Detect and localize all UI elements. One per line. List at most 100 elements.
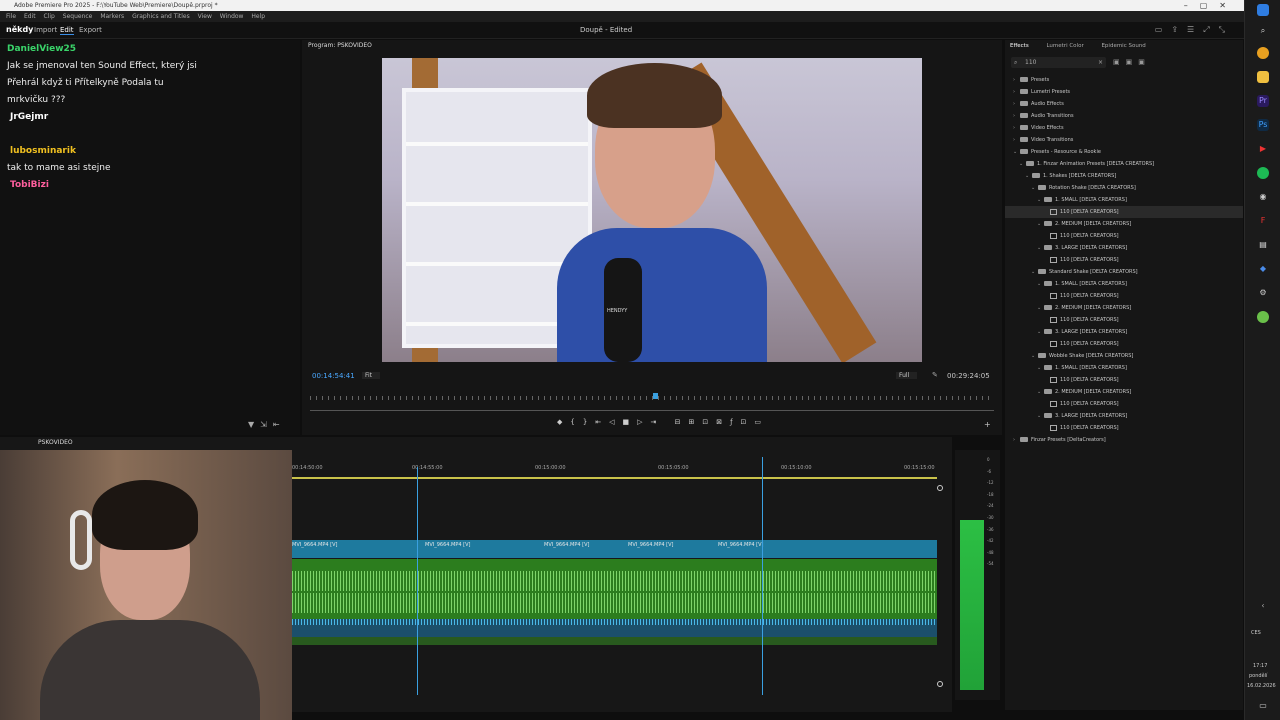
chevron-down-icon[interactable]: ⌄: [1019, 158, 1026, 170]
effect-preset-item[interactable]: 110 [DELTA CREATORS]: [1005, 422, 1243, 434]
clear-search-icon[interactable]: ×: [1098, 57, 1103, 68]
menu-graphics[interactable]: Graphics and Titles: [132, 13, 190, 20]
audio-track-a3[interactable]: [292, 637, 937, 645]
video-clip[interactable]: MVI_9664.MP4 [V]: [292, 542, 337, 548]
chevron-down-icon[interactable]: ⌄: [1037, 386, 1044, 398]
chevron-right-icon[interactable]: ›: [1013, 134, 1020, 146]
chevron-down-icon[interactable]: ⌄: [1037, 218, 1044, 230]
chevron-down-icon[interactable]: ⌄: [1037, 362, 1044, 374]
audio-track-a1[interactable]: [292, 559, 937, 619]
chevron-right-icon[interactable]: ›: [1013, 110, 1020, 122]
obs-icon[interactable]: ◉: [1257, 191, 1269, 203]
start-icon[interactable]: [1257, 4, 1269, 16]
chevron-down-icon[interactable]: ⌄: [1037, 302, 1044, 314]
wrench-icon[interactable]: ✎: [932, 371, 938, 379]
tab-export[interactable]: Export: [79, 26, 102, 34]
effect-folder-item[interactable]: ⌄ 3. LARGE [DELTA CREATORS]: [1005, 242, 1243, 254]
app-diamond-icon[interactable]: ◆: [1257, 263, 1269, 275]
effect-folder-item[interactable]: ⌄ 2. MEDIUM [DELTA CREATORS]: [1005, 218, 1243, 230]
spotify-icon[interactable]: [1257, 167, 1269, 179]
effect-folder-item[interactable]: › Finzar Presets [DeltaCreators]: [1005, 434, 1243, 446]
filter-icon[interactable]: ▼⇲⇤: [248, 420, 286, 429]
effect-folder-item[interactable]: › Audio Effects: [1005, 98, 1243, 110]
video-track-v1[interactable]: MVI_9664.MP4 [V] MVI_9664.MP4 [V] MVI_96…: [292, 540, 937, 558]
chevron-right-icon[interactable]: ›: [1013, 98, 1020, 110]
effect-folder-item[interactable]: ⌄ Rotation Shake [DELTA CREATORS]: [1005, 182, 1243, 194]
effect-folder-item[interactable]: ⌄ 1. SMALL [DELTA CREATORS]: [1005, 278, 1243, 290]
scroll-handle[interactable]: [937, 681, 943, 687]
effect-preset-item[interactable]: 110 [DELTA CREATORS]: [1005, 374, 1243, 386]
chevron-down-icon[interactable]: ⌄: [1037, 242, 1044, 254]
premiere-icon[interactable]: Pr: [1257, 95, 1269, 107]
effect-preset-item[interactable]: 110 [DELTA CREATORS]: [1005, 230, 1243, 242]
effect-preset-item[interactable]: 110 [DELTA CREATORS]: [1005, 314, 1243, 326]
menu-clip[interactable]: Clip: [44, 13, 55, 20]
menu-window[interactable]: Window: [220, 13, 244, 20]
video-clip[interactable]: MVI_9664.MP4 [V]: [718, 542, 763, 548]
program-tab[interactable]: Program: PSKOVIDEO: [308, 42, 372, 49]
effect-folder-item[interactable]: ⌄ Wobble Shake [DELTA CREATORS]: [1005, 350, 1243, 362]
chevron-right-icon[interactable]: ›: [1013, 434, 1020, 446]
video-clip[interactable]: MVI_9664.MP4 [V]: [628, 542, 673, 548]
audio-track-a2[interactable]: [292, 619, 937, 637]
menu-help[interactable]: Help: [251, 13, 265, 20]
chevron-right-icon[interactable]: ›: [1013, 86, 1020, 98]
program-scrubber[interactable]: [310, 410, 994, 411]
effect-folder-item[interactable]: ⌄ 2. MEDIUM [DELTA CREATORS]: [1005, 386, 1243, 398]
timeline-tab[interactable]: PSKOVIDEO: [38, 439, 73, 446]
menu-sequence[interactable]: Sequence: [63, 13, 93, 20]
menu-markers[interactable]: Markers: [100, 13, 124, 20]
effect-folder-item[interactable]: › Video Transitions: [1005, 134, 1243, 146]
add-button-icon[interactable]: +: [984, 420, 991, 429]
effect-folder-item[interactable]: › Presets: [1005, 74, 1243, 86]
app-f-icon[interactable]: F: [1257, 215, 1269, 227]
photoshop-icon[interactable]: Ps: [1257, 119, 1269, 131]
chevron-down-icon[interactable]: ⌄: [1037, 410, 1044, 422]
effect-preset-item[interactable]: 110 [DELTA CREATORS]: [1005, 206, 1243, 218]
zoom-select[interactable]: Fit: [362, 372, 381, 379]
scroll-handle[interactable]: [937, 485, 943, 491]
tab-import[interactable]: Import: [34, 26, 57, 34]
chevron-right-icon[interactable]: ›: [1013, 74, 1020, 86]
transport-controls[interactable]: ◆{}⇤◁■▷⇥ ⊟⊞⊡⊠ƒ⊡▭: [557, 418, 769, 426]
effect-folder-item[interactable]: ⌄ 1. Finzar Animation Presets [DELTA CREA…: [1005, 158, 1243, 170]
notifications-icon[interactable]: ▭: [1257, 700, 1269, 712]
effect-folder-item[interactable]: ⌄ 3. LARGE [DELTA CREATORS]: [1005, 410, 1243, 422]
menu-edit[interactable]: Edit: [24, 13, 36, 20]
effect-folder-item[interactable]: ⌄ 1. Shakes [DELTA CREATORS]: [1005, 170, 1243, 182]
timeline-playhead[interactable]: [417, 467, 418, 695]
effect-folder-item[interactable]: ⌄ 2. MEDIUM [DELTA CREATORS]: [1005, 302, 1243, 314]
work-area-bar[interactable]: [292, 477, 937, 479]
menu-file[interactable]: File: [6, 13, 16, 20]
menu-view[interactable]: View: [198, 13, 212, 20]
chevron-down-icon[interactable]: ⌄: [1037, 278, 1044, 290]
steam-icon[interactable]: ⚙: [1257, 287, 1269, 299]
chevron-down-icon[interactable]: ⌄: [1037, 326, 1044, 338]
chevron-up-icon[interactable]: ‹: [1257, 600, 1269, 612]
chevron-down-icon[interactable]: ⌄: [1031, 266, 1038, 278]
tab-epidemic-sound[interactable]: Epidemic Sound: [1101, 43, 1145, 49]
program-playhead[interactable]: [653, 393, 658, 399]
effect-folder-item[interactable]: › Lumetri Presets: [1005, 86, 1243, 98]
effect-preset-item[interactable]: 110 [DELTA CREATORS]: [1005, 254, 1243, 266]
chevron-right-icon[interactable]: ›: [1013, 122, 1020, 134]
chevron-down-icon[interactable]: ⌄: [1025, 170, 1032, 182]
effect-folder-item[interactable]: › Audio Transitions: [1005, 110, 1243, 122]
chevron-down-icon[interactable]: ⌄: [1031, 350, 1038, 362]
youtube-icon[interactable]: ▶: [1257, 143, 1269, 155]
tab-effects[interactable]: Effects: [1010, 43, 1029, 49]
tab-lumetri-color[interactable]: Lumetri Color: [1046, 43, 1083, 49]
effect-preset-item[interactable]: 110 [DELTA CREATORS]: [1005, 290, 1243, 302]
folder-icon[interactable]: [1257, 71, 1269, 83]
chevron-down-icon[interactable]: ⌄: [1013, 146, 1020, 158]
effects-search-input[interactable]: ⌕ 110 ×: [1011, 57, 1106, 68]
effect-preset-item[interactable]: 110 [DELTA CREATORS]: [1005, 338, 1243, 350]
chevron-down-icon[interactable]: ⌄: [1037, 194, 1044, 206]
video-clip[interactable]: MVI_9664.MP4 [V]: [425, 542, 470, 548]
effect-folder-item[interactable]: ⌄ 1. SMALL [DELTA CREATORS]: [1005, 362, 1243, 374]
notes-icon[interactable]: ▤: [1257, 239, 1269, 251]
search-icon[interactable]: ⌕: [1257, 25, 1269, 37]
quality-select[interactable]: Full: [896, 372, 918, 379]
header-icons[interactable]: ▭⇪☰⤢⤡: [1155, 25, 1234, 35]
effect-folder-item[interactable]: ⌄ Standard Shake [DELTA CREATORS]: [1005, 266, 1243, 278]
